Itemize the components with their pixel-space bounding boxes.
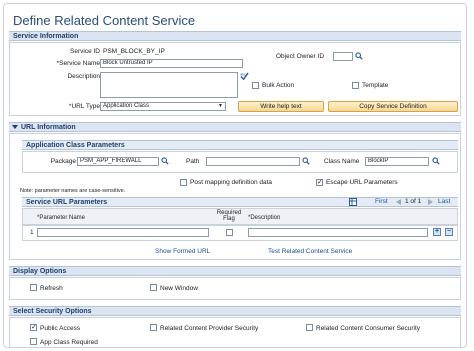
object-owner-input[interactable] <box>333 52 353 61</box>
refresh-checkbox[interactable] <box>30 284 37 291</box>
escape-url-checkbox[interactable]: ✓ <box>316 179 323 186</box>
chevron-down-icon: ▼ <box>218 103 223 109</box>
app-class-required-label: App Class Required <box>40 339 98 346</box>
template-label: Template <box>362 82 389 89</box>
delete-row-icon[interactable]: − <box>445 228 453 236</box>
search-icon[interactable] <box>161 157 169 165</box>
description-textarea[interactable] <box>100 72 238 98</box>
col-param-name: *Parameter Name <box>37 215 86 221</box>
url-info-header[interactable]: URL Information <box>9 122 461 132</box>
pager-next-icon[interactable] <box>428 199 433 205</box>
pager-range: 1 of 1 <box>405 198 422 205</box>
package-label: Package <box>50 158 76 165</box>
display-options-section <box>9 277 461 300</box>
case-note: Note: parameter names are case-sensitive… <box>20 188 126 194</box>
col-description: *Description <box>248 215 281 221</box>
path-label: Path <box>186 158 200 165</box>
write-help-button[interactable]: Write help text <box>238 101 324 112</box>
consumer-security-checkbox[interactable] <box>306 324 313 331</box>
service-info-header: Service Information <box>9 31 461 41</box>
consumer-security-label: Related Content Consumer Security <box>316 325 421 332</box>
service-id-value: PSM_BLOCK_BY_IP <box>103 48 165 55</box>
param-name-input[interactable] <box>37 228 209 237</box>
url-type-select[interactable]: Application Class ▼ <box>100 102 226 111</box>
row-number: 1 <box>30 229 34 236</box>
add-row-icon[interactable]: + <box>433 228 441 236</box>
params-header: Service URL Parameters <box>22 197 458 207</box>
security-options-header: Select Security Options <box>9 306 461 316</box>
template-checkbox[interactable] <box>352 82 359 89</box>
package-input[interactable]: PSM_APP_FIREWALL <box>77 157 159 166</box>
object-owner-label: Object Owner ID <box>276 53 325 60</box>
description-label: Description <box>67 73 100 80</box>
class-name-label: Class Name <box>324 158 360 165</box>
url-type-value: Application Class <box>103 103 150 109</box>
service-id-label: Service ID <box>70 48 100 55</box>
bulk-action-checkbox[interactable] <box>252 82 259 89</box>
col-required-flag: Required Flag <box>216 210 242 222</box>
service-name-input[interactable]: Block Untrusted IP <box>100 59 243 68</box>
post-mapping-checkbox[interactable] <box>180 179 187 186</box>
app-class-header: Application Class Parameters <box>22 140 458 150</box>
display-options-header: Display Options <box>9 266 461 276</box>
url-type-label: *URL Type <box>68 103 100 110</box>
show-formed-url-link[interactable]: Show Formed URL <box>155 248 210 256</box>
pager-last[interactable]: Last <box>438 198 450 206</box>
search-icon[interactable] <box>302 157 310 165</box>
provider-security-label: Related Content Provider Security <box>160 325 259 332</box>
svg-text:abc: abc <box>240 73 246 77</box>
class-name-input[interactable]: BlockIP <box>365 157 429 166</box>
page-title: Define Related Content Service <box>13 13 196 28</box>
spellcheck-icon[interactable]: abc <box>240 72 249 81</box>
pager-prev-icon[interactable] <box>396 199 401 205</box>
service-name-label: *Service Name <box>56 60 100 67</box>
escape-url-label: Escape URL Parameters <box>326 179 398 186</box>
app-class-required-checkbox[interactable] <box>30 338 37 345</box>
path-input[interactable] <box>206 157 300 166</box>
post-mapping-label: Post mapping definition data <box>190 179 273 186</box>
pager-first[interactable]: First <box>375 198 388 206</box>
search-icon[interactable] <box>355 52 363 60</box>
copy-service-button[interactable]: Copy Service Definition <box>328 101 458 112</box>
bulk-action-label: Bulk Action <box>262 82 295 89</box>
param-description-input[interactable] <box>248 228 428 237</box>
collapse-icon[interactable] <box>12 124 18 130</box>
grid-personalize-icon[interactable] <box>349 198 357 206</box>
public-access-checkbox[interactable]: ✓ <box>30 324 37 331</box>
new-window-label: New Window <box>160 285 198 292</box>
provider-security-checkbox[interactable] <box>150 324 157 331</box>
test-service-link[interactable]: Test Related Content Service <box>268 248 352 256</box>
new-window-checkbox[interactable] <box>150 284 157 291</box>
public-access-label: Public Access <box>40 325 81 332</box>
page-frame: Define Related Content Service Service I… <box>3 3 467 348</box>
required-flag-checkbox[interactable] <box>226 229 233 236</box>
search-icon[interactable] <box>432 157 440 165</box>
refresh-label: Refresh <box>40 285 63 292</box>
